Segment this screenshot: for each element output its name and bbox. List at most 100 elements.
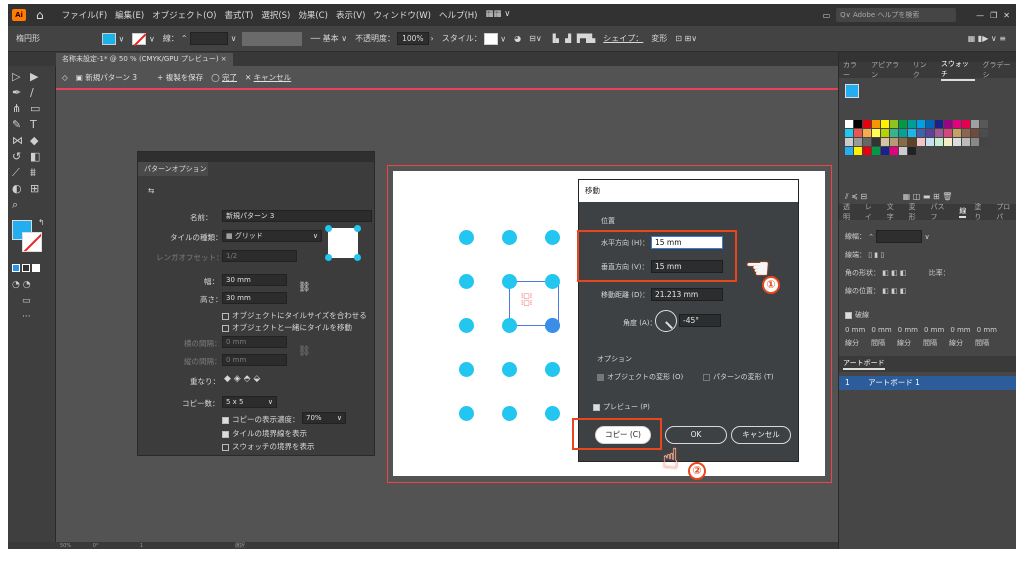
swatch[interactable] (962, 138, 970, 146)
swatch[interactable] (953, 129, 961, 137)
tab-fill[interactable]: 塗り (974, 202, 988, 222)
menu-select[interactable]: 選択(S) (261, 9, 290, 21)
tab-properties[interactable]: プロパ (996, 202, 1016, 222)
swatch[interactable] (944, 129, 952, 137)
pattern-path[interactable]: ▣ 新規パターン 3 (76, 72, 137, 83)
swatch[interactable] (917, 120, 925, 128)
eyedropper-tool-icon[interactable]: ⟋ (12, 166, 20, 180)
home-icon[interactable]: ⌂ (36, 8, 44, 22)
zoom-level[interactable]: 50% (60, 543, 71, 549)
tab-swatches[interactable]: スウォッチ (940, 59, 975, 81)
menu-edit[interactable]: 編集(E) (115, 9, 144, 21)
swatch[interactable] (926, 120, 934, 128)
tab-stroke[interactable]: 線 (959, 206, 967, 218)
swatch[interactable] (917, 129, 925, 137)
show-swatch-bounds-checkbox[interactable] (222, 443, 229, 451)
swatch[interactable] (917, 138, 925, 146)
link-size-icon[interactable]: ⛓ (298, 282, 311, 293)
tab-appearance[interactable]: アピアラン (871, 60, 905, 80)
dim-copies-checkbox[interactable] (222, 416, 229, 424)
dash-value[interactable]: 0 mm (845, 326, 865, 334)
swatch[interactable] (908, 129, 916, 137)
swatch[interactable] (863, 138, 871, 146)
zoom-tool-icon[interactable]: ⌕ (12, 198, 18, 212)
isolate-icon[interactable]: ⊡ ⊞∨ (675, 34, 697, 43)
swatch[interactable] (944, 120, 952, 128)
swatch[interactable] (980, 120, 988, 128)
swatch[interactable] (872, 120, 880, 128)
arrange-documents-icon[interactable]: ▭ (823, 11, 831, 20)
transform-patterns-checkbox[interactable] (703, 373, 710, 381)
tab-character[interactable]: 文字 (887, 202, 901, 222)
done-button[interactable]: ◯ 完了 (211, 72, 237, 83)
back-arrow-icon[interactable]: ◇ (62, 73, 68, 82)
swatch[interactable] (962, 120, 970, 128)
width-tool-icon[interactable]: ⋈ (12, 134, 23, 147)
rotation-value[interactable]: 0° (93, 543, 99, 549)
tile-height-input[interactable]: 30 mm (222, 292, 287, 304)
restore-icon[interactable]: ❐ (990, 11, 997, 20)
panel-menu-icon[interactable]: ▦ ▮▶ ∨ ≡ (968, 34, 1006, 43)
swatch[interactable] (971, 129, 979, 137)
artboard-list-item[interactable]: 1 アートボード 1 (839, 376, 1016, 390)
symbol-tool-icon[interactable]: ◐ (12, 182, 22, 195)
swatch[interactable] (962, 129, 970, 137)
distance-input[interactable]: 21.213 mm (651, 288, 723, 301)
swatch[interactable] (935, 120, 943, 128)
tab-layers[interactable]: レイ (865, 202, 879, 222)
menu-help[interactable]: ヘルプ(H) (439, 9, 478, 21)
swatch[interactable] (890, 120, 898, 128)
shape-link[interactable]: シェイプ： (603, 33, 643, 44)
type-tool-icon[interactable]: T (30, 118, 37, 131)
swatch[interactable] (899, 138, 907, 146)
tab-color[interactable]: カラー (843, 60, 863, 80)
swatch[interactable] (953, 138, 961, 146)
swatch[interactable] (863, 147, 871, 155)
stroke-color-swatch[interactable]: ∨ (132, 32, 155, 45)
swatch[interactable] (890, 138, 898, 146)
help-search-input[interactable]: Q∨ Adobe ヘルプを検索 (836, 8, 957, 22)
transform-objects-option[interactable]: オブジェクトの変形 (O) (597, 372, 683, 382)
swatch[interactable] (863, 129, 871, 137)
swatch[interactable] (854, 129, 862, 137)
dim-value-select[interactable]: 70% ∨ (302, 412, 346, 424)
dim-copies-option[interactable]: コピーの表示濃度： (222, 414, 300, 425)
move-tile-option[interactable]: オブジェクトと一緒にタイルを移動 (222, 322, 352, 333)
fit-tile-option[interactable]: オブジェクトにタイルサイズを合わせる (222, 310, 367, 321)
fill-color-swatch[interactable]: ∨ (102, 32, 124, 45)
angle-dial[interactable] (655, 310, 677, 332)
artboards-tab[interactable]: アートボード (843, 358, 885, 370)
tab-transparency[interactable]: 透明 (843, 202, 857, 222)
tile-edit-icon[interactable]: ⇆ (148, 186, 154, 195)
shape-builder-tool-icon[interactable]: ◧ (30, 150, 40, 163)
dash-value[interactable]: 0 mm (898, 326, 918, 334)
more-tools-icon[interactable]: ··· (22, 312, 31, 322)
copies-select[interactable]: 5 x 5 ∨ (222, 396, 277, 408)
artboard-nav[interactable]: 1 (140, 543, 143, 549)
draw-mode-icon[interactable]: ◔ ◔ (12, 280, 31, 290)
swatch[interactable] (944, 138, 952, 146)
tile-type-select[interactable]: ▦ グリッド ∨ (222, 230, 322, 242)
swatch[interactable] (899, 147, 907, 155)
pen-tool-icon[interactable]: ✒ (12, 86, 21, 99)
tab-close-icon[interactable]: × (221, 55, 227, 63)
brush-definition[interactable]: ── 基本 ∨ (310, 33, 347, 44)
swatch[interactable] (881, 129, 889, 137)
minimize-icon[interactable]: — (976, 11, 984, 20)
tab-gradient[interactable]: グラデーシ (983, 60, 1016, 80)
variable-width-profile[interactable] (242, 31, 303, 46)
menu-effect[interactable]: 効果(C) (298, 9, 328, 21)
swatch[interactable] (881, 138, 889, 146)
panel-drag-bar[interactable] (138, 152, 374, 162)
fit-tile-checkbox[interactable] (222, 312, 229, 320)
swatch[interactable] (908, 147, 916, 155)
anchor-tool-icon[interactable]: ⋔ (12, 102, 21, 115)
opacity-arrow-icon[interactable]: › (431, 34, 434, 43)
direct-selection-tool-icon[interactable]: ▶ (30, 70, 38, 83)
tab-links[interactable]: リンク (913, 60, 933, 80)
blend-tool-icon[interactable]: ⩩ (30, 166, 36, 180)
tab-pathfinder[interactable]: パスフ (931, 202, 952, 222)
graphic-style-swatch[interactable]: ∨ (483, 32, 506, 45)
cancel-button[interactable]: キャンセル (731, 426, 791, 444)
swatch[interactable] (845, 120, 853, 128)
